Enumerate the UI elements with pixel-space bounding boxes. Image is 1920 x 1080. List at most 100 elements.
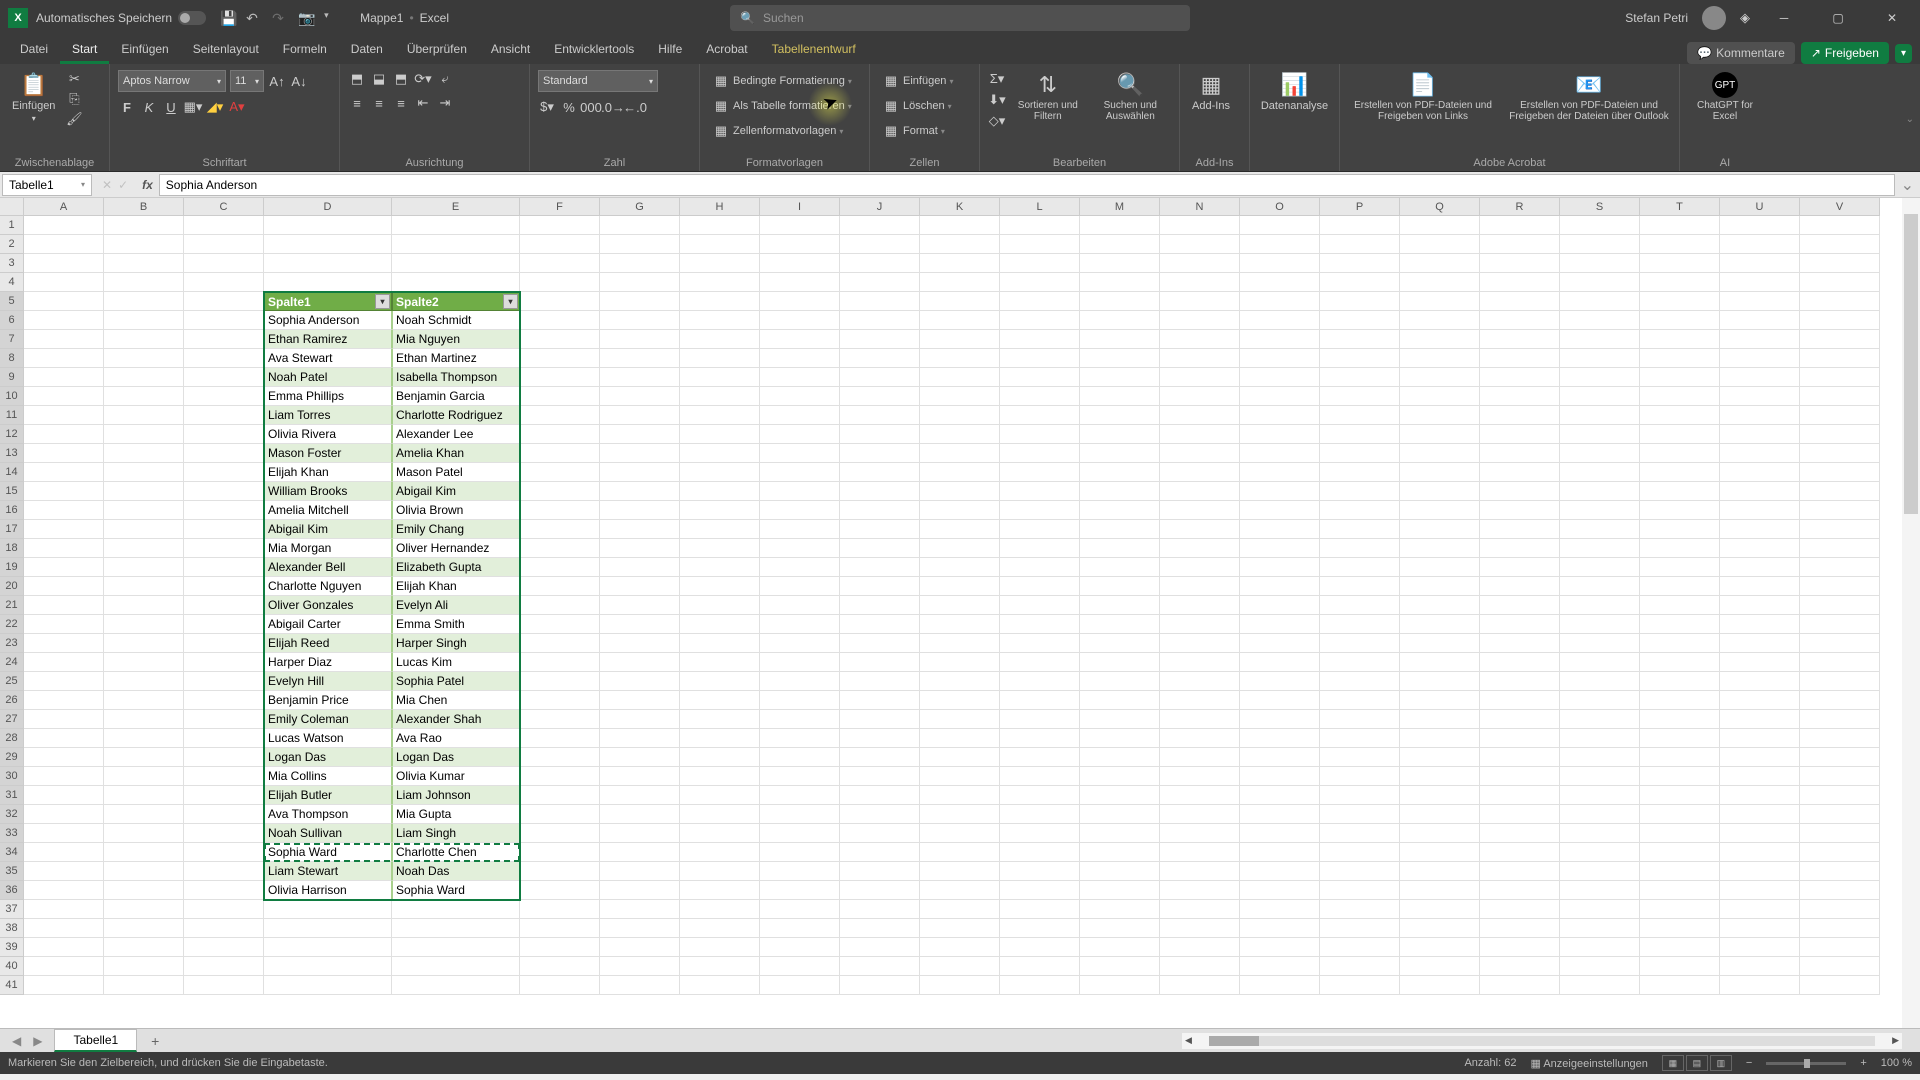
cell[interactable]	[1640, 311, 1720, 330]
cell[interactable]	[1080, 558, 1160, 577]
cell[interactable]	[1560, 786, 1640, 805]
cell[interactable]	[1640, 767, 1720, 786]
cell[interactable]	[1160, 653, 1240, 672]
cell[interactable]	[600, 710, 680, 729]
row-header[interactable]: 23	[0, 634, 24, 653]
cell[interactable]	[1000, 558, 1080, 577]
cell[interactable]	[1160, 729, 1240, 748]
cell[interactable]	[1000, 653, 1080, 672]
cell[interactable]	[1320, 653, 1400, 672]
table-cell[interactable]: Oliver Hernandez	[392, 539, 520, 558]
cell[interactable]	[760, 710, 840, 729]
cell[interactable]	[1800, 615, 1880, 634]
cell[interactable]	[1400, 273, 1480, 292]
cell[interactable]	[760, 729, 840, 748]
cell[interactable]	[1160, 558, 1240, 577]
row-header[interactable]: 32	[0, 805, 24, 824]
cell[interactable]	[104, 425, 184, 444]
row-header[interactable]: 21	[0, 596, 24, 615]
zoom-in-icon[interactable]: +	[1860, 1057, 1866, 1069]
cell[interactable]	[1320, 805, 1400, 824]
table-cell[interactable]: Oliver Gonzales	[264, 596, 392, 615]
table-cell[interactable]: Noah Das	[392, 862, 520, 881]
cell[interactable]	[1640, 368, 1720, 387]
fill-color-icon[interactable]: ◢▾	[206, 98, 224, 116]
table-cell[interactable]: Elizabeth Gupta	[392, 558, 520, 577]
cell[interactable]	[760, 292, 840, 311]
underline-icon[interactable]: U	[162, 98, 180, 116]
cell[interactable]	[840, 710, 920, 729]
cell[interactable]	[1320, 558, 1400, 577]
cell[interactable]	[1560, 216, 1640, 235]
cell[interactable]	[520, 387, 600, 406]
cell[interactable]	[184, 273, 264, 292]
cell[interactable]	[1320, 596, 1400, 615]
cell[interactable]	[1640, 729, 1720, 748]
cell[interactable]	[600, 577, 680, 596]
cell[interactable]	[680, 900, 760, 919]
cell[interactable]	[1240, 767, 1320, 786]
conditional-formatting-button[interactable]: ▦Bedingte Formatierung▾	[708, 70, 856, 92]
cell[interactable]	[104, 748, 184, 767]
paste-button[interactable]: 📋 Einfügen ▾	[8, 70, 59, 125]
row-header[interactable]: 18	[0, 539, 24, 558]
cell[interactable]	[24, 292, 104, 311]
cell[interactable]	[760, 786, 840, 805]
table-cell[interactable]: Sophia Patel	[392, 672, 520, 691]
cell[interactable]	[184, 786, 264, 805]
cell[interactable]	[1560, 615, 1640, 634]
cell[interactable]	[104, 235, 184, 254]
cell[interactable]	[104, 957, 184, 976]
cell[interactable]	[24, 577, 104, 596]
table-cell[interactable]: Mia Morgan	[264, 539, 392, 558]
cell[interactable]	[1640, 691, 1720, 710]
cell[interactable]	[1800, 330, 1880, 349]
cell[interactable]	[1000, 444, 1080, 463]
cell[interactable]	[1000, 862, 1080, 881]
auto-save[interactable]: Automatisches Speichern	[36, 11, 206, 25]
cell[interactable]	[184, 691, 264, 710]
cell[interactable]	[24, 596, 104, 615]
cell[interactable]	[184, 368, 264, 387]
cell[interactable]	[1080, 387, 1160, 406]
cell[interactable]	[184, 805, 264, 824]
cell[interactable]	[1320, 368, 1400, 387]
cell[interactable]	[184, 919, 264, 938]
cell[interactable]	[1160, 862, 1240, 881]
cell[interactable]	[1080, 710, 1160, 729]
table-cell[interactable]: Ava Thompson	[264, 805, 392, 824]
cell[interactable]	[24, 729, 104, 748]
share-dropdown[interactable]: ▾	[1895, 44, 1912, 63]
cell[interactable]	[920, 368, 1000, 387]
column-header[interactable]: N	[1160, 198, 1240, 216]
cell[interactable]	[1400, 368, 1480, 387]
row-header[interactable]: 20	[0, 577, 24, 596]
row-header[interactable]: 39	[0, 938, 24, 957]
cell[interactable]	[1000, 349, 1080, 368]
cell[interactable]	[520, 748, 600, 767]
cell[interactable]	[104, 311, 184, 330]
table-cell[interactable]: Olivia Kumar	[392, 767, 520, 786]
cell[interactable]	[184, 938, 264, 957]
cell[interactable]	[104, 824, 184, 843]
cell[interactable]	[1560, 254, 1640, 273]
border-icon[interactable]: ▦▾	[184, 98, 202, 116]
cell[interactable]	[760, 254, 840, 273]
cell[interactable]	[1240, 311, 1320, 330]
cell[interactable]	[920, 729, 1000, 748]
cell[interactable]	[1640, 425, 1720, 444]
cell[interactable]	[680, 938, 760, 957]
row-header[interactable]: 33	[0, 824, 24, 843]
cell[interactable]	[1080, 501, 1160, 520]
cell[interactable]	[920, 387, 1000, 406]
cell[interactable]	[24, 520, 104, 539]
row-header[interactable]: 35	[0, 862, 24, 881]
cell[interactable]	[920, 444, 1000, 463]
cell[interactable]	[920, 881, 1000, 900]
cell[interactable]	[760, 957, 840, 976]
row-header[interactable]: 17	[0, 520, 24, 539]
column-header[interactable]: J	[840, 198, 920, 216]
cell[interactable]	[24, 748, 104, 767]
cell[interactable]	[1400, 577, 1480, 596]
cell[interactable]	[760, 387, 840, 406]
